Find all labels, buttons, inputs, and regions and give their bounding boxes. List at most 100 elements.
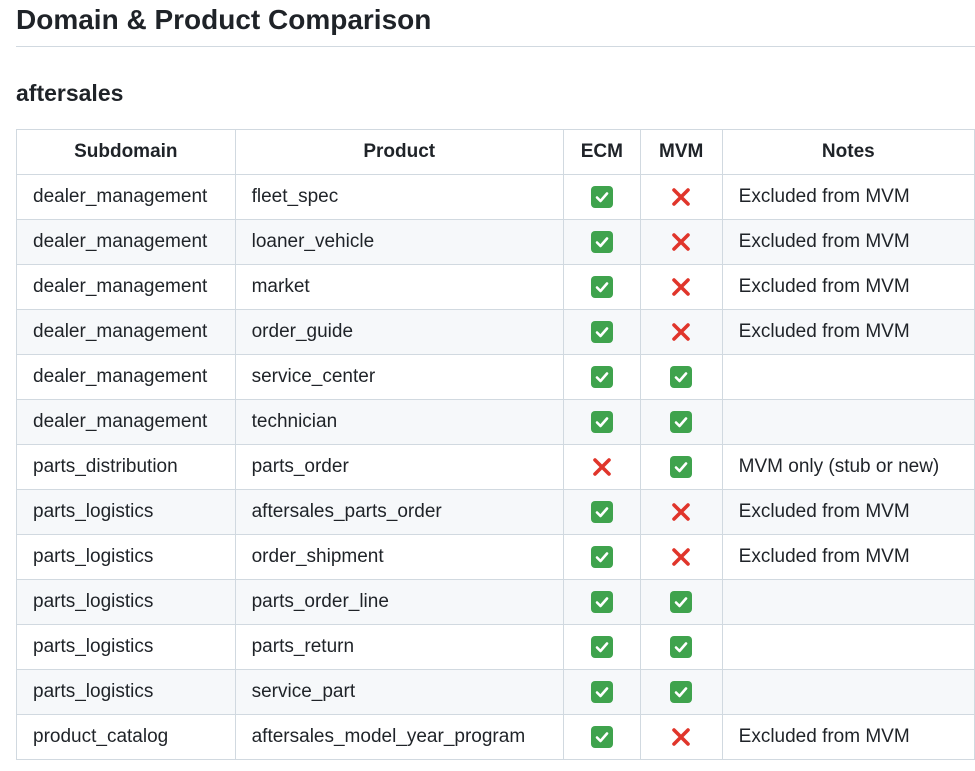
table-body: dealer_management fleet_spec Excluded from… [16, 174, 975, 760]
check-mark-icon [670, 635, 693, 658]
cell-product: aftersales_model_year_program [234, 714, 564, 760]
cell-ecm [562, 579, 641, 625]
cell-ecm [562, 219, 641, 265]
cell-mvm [639, 444, 723, 490]
check-mark-icon [590, 185, 613, 208]
cell-subdomain: dealer_management [16, 174, 236, 220]
check-mark-icon [590, 635, 613, 658]
cell-ecm [562, 624, 641, 670]
table-row: parts_logistics parts_return [16, 624, 975, 670]
check-mark-icon [670, 410, 693, 433]
cell-subdomain: dealer_management [16, 399, 236, 445]
cell-subdomain: parts_logistics [16, 489, 236, 535]
table-row: parts_logistics order_shipment Excluded fr… [16, 534, 975, 580]
cell-product: technician [234, 399, 564, 445]
cross-mark-icon [591, 456, 613, 478]
cell-mvm [639, 264, 723, 310]
cell-notes: Excluded from MVM [721, 534, 975, 580]
cross-mark-icon [670, 726, 692, 748]
check-mark-icon [670, 680, 693, 703]
cell-mvm [639, 219, 723, 265]
section-heading: aftersales [16, 80, 124, 106]
cell-mvm [639, 309, 723, 355]
cell-product: order_guide [234, 309, 564, 355]
cross-mark-icon [670, 321, 692, 343]
cell-ecm [562, 489, 641, 535]
cell-subdomain: product_catalog [16, 714, 236, 760]
cell-notes: Excluded from MVM [721, 309, 975, 355]
comparison-table: Subdomain Product ECM MVM Notes dealer_m… [16, 129, 975, 760]
title-divider [16, 46, 975, 47]
cell-notes [721, 624, 975, 670]
cell-notes [721, 579, 975, 625]
check-mark-icon [590, 365, 613, 388]
cell-mvm [639, 669, 723, 715]
cell-notes: Excluded from MVM [721, 219, 975, 265]
header-subdomain: Subdomain [16, 129, 236, 175]
cell-mvm [639, 399, 723, 445]
cell-notes: Excluded from MVM [721, 489, 975, 535]
cell-ecm [562, 444, 641, 490]
cell-subdomain: parts_logistics [16, 624, 236, 670]
cell-product: market [234, 264, 564, 310]
cell-product: service_center [234, 354, 564, 400]
cell-mvm [639, 534, 723, 580]
cross-mark-icon [670, 186, 692, 208]
table-row: dealer_management fleet_spec Excluded from… [16, 174, 975, 220]
table-header-row: Subdomain Product ECM MVM Notes [16, 129, 975, 175]
check-mark-icon [590, 230, 613, 253]
cross-mark-icon [670, 231, 692, 253]
header-ecm: ECM [562, 129, 641, 175]
cell-mvm [639, 624, 723, 670]
cell-product: parts_order [234, 444, 564, 490]
cell-notes: Excluded from MVM [721, 714, 975, 760]
cell-mvm [639, 489, 723, 535]
cell-product: loaner_vehicle [234, 219, 564, 265]
table-row: product_catalog aftersales_model_year_pro… [16, 714, 975, 760]
check-mark-icon [670, 455, 693, 478]
cell-ecm [562, 669, 641, 715]
cross-mark-icon [670, 276, 692, 298]
check-mark-icon [670, 590, 693, 613]
cell-ecm [562, 354, 641, 400]
cell-mvm [639, 354, 723, 400]
cell-notes [721, 354, 975, 400]
cell-ecm [562, 264, 641, 310]
cell-subdomain: parts_logistics [16, 534, 236, 580]
cell-product: order_shipment [234, 534, 564, 580]
cell-ecm [562, 174, 641, 220]
table-row: parts_logistics aftersales_parts_order Exc… [16, 489, 975, 535]
check-mark-icon [670, 365, 693, 388]
table-row: dealer_management technician [16, 399, 975, 445]
cell-product: service_part [234, 669, 564, 715]
cell-notes [721, 399, 975, 445]
cell-subdomain: parts_logistics [16, 579, 236, 625]
cell-notes: Excluded from MVM [721, 264, 975, 310]
check-mark-icon [590, 545, 613, 568]
cell-mvm [639, 714, 723, 760]
header-notes: Notes [721, 129, 975, 175]
check-mark-icon [590, 725, 613, 748]
cell-notes: MVM only (stub or new) [721, 444, 975, 490]
table-row: dealer_management loaner_vehicle Excluded … [16, 219, 975, 265]
cell-notes: Excluded from MVM [721, 174, 975, 220]
cell-product: aftersales_parts_order [234, 489, 564, 535]
cell-subdomain: dealer_management [16, 309, 236, 355]
cell-ecm [562, 714, 641, 760]
cell-ecm [562, 399, 641, 445]
table-row: parts_logistics parts_order_line [16, 579, 975, 625]
table-row: dealer_management market Excluded from MVM [16, 264, 975, 310]
table-row: parts_logistics service_part [16, 669, 975, 715]
check-mark-icon [590, 320, 613, 343]
cell-notes [721, 669, 975, 715]
check-mark-icon [590, 500, 613, 523]
cell-product: parts_order_line [234, 579, 564, 625]
cell-subdomain: dealer_management [16, 354, 236, 400]
cross-mark-icon [670, 546, 692, 568]
table-row: parts_distribution parts_order MVM only (s… [16, 444, 975, 490]
page-title: Domain & Product Comparison [16, 4, 432, 35]
table-row: dealer_management service_center [16, 354, 975, 400]
cell-subdomain: dealer_management [16, 219, 236, 265]
header-mvm: MVM [639, 129, 723, 175]
check-mark-icon [590, 590, 613, 613]
